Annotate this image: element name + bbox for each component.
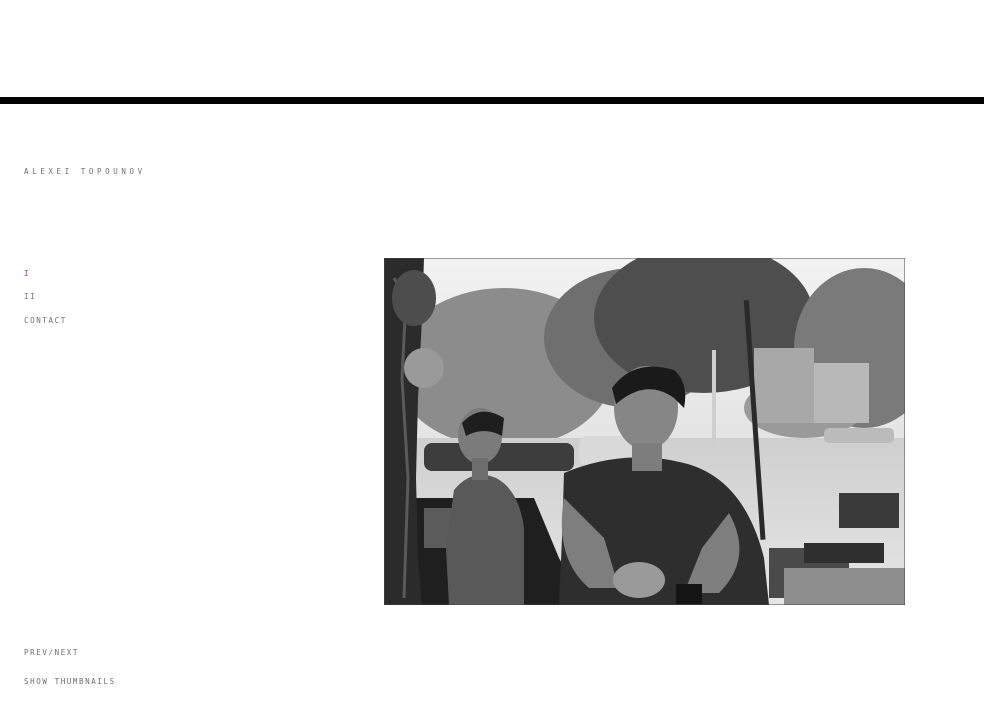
nav-item-i[interactable]: I — [24, 269, 30, 278]
top-rule — [0, 97, 984, 104]
gallery-photo[interactable] — [384, 258, 905, 605]
prev-next-link[interactable]: PREV/NEXT — [24, 648, 79, 657]
site-title[interactable]: ALEXEI TOPOUNOV — [24, 167, 146, 176]
nav-item-contact[interactable]: CONTACT — [24, 316, 67, 325]
show-thumbnails-link[interactable]: SHOW THUMBNAILS — [24, 677, 116, 686]
photo-illustration — [384, 258, 905, 605]
nav-item-ii[interactable]: II — [24, 292, 36, 301]
